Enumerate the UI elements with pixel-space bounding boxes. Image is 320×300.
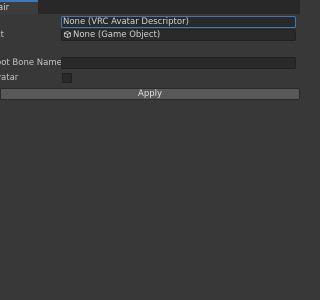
root-bone-name-input[interactable] [61,57,296,69]
avatar-toggle-label: vatar [0,73,19,83]
avatar-descriptor-field[interactable]: None (VRC Avatar Descriptor) [61,16,296,28]
apply-button-label: Apply [138,89,162,99]
avatar-toggle-checkbox[interactable] [62,73,72,83]
window-tab-bar: air [0,0,300,14]
window-tab-label: air [0,3,10,13]
avatar-descriptor-value: None (VRC Avatar Descriptor) [63,17,189,27]
object-field-value: None (Game Object) [73,30,161,40]
object-field-label: ct [0,30,5,40]
root-bone-name-label: oot Bone Name [0,58,62,68]
window-tab[interactable]: air [0,0,38,14]
cube-icon [64,30,71,38]
apply-button[interactable]: Apply [0,88,300,100]
object-field[interactable]: None (Game Object) [61,29,296,41]
